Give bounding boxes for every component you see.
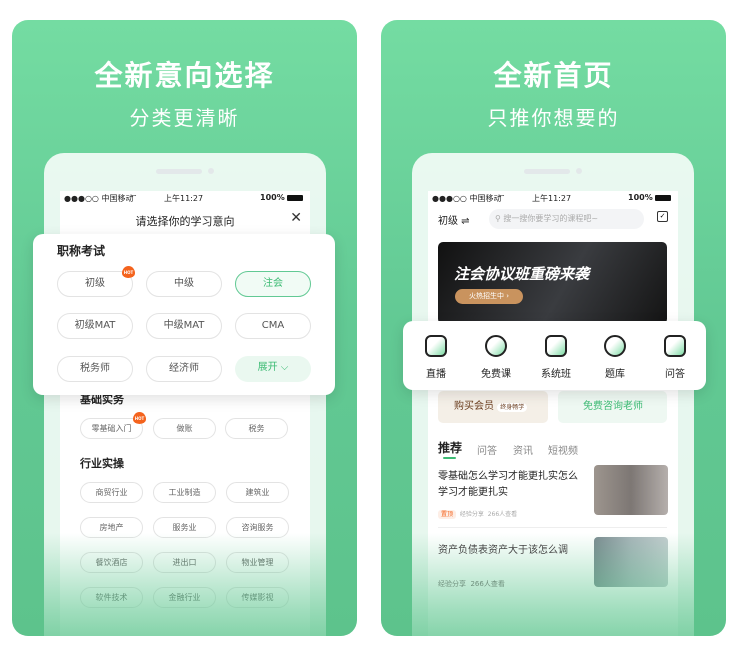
quick-label: 直播 <box>426 369 446 380</box>
quick-free-course[interactable]: 免费课 <box>465 335 527 380</box>
tab-news[interactable]: 资讯 <box>513 442 533 457</box>
camera <box>576 168 582 174</box>
chip[interactable]: 经济师 <box>146 356 222 382</box>
fade-overlay <box>44 533 326 636</box>
pinned-badge: 置顶 <box>438 510 457 519</box>
exam-category-card: 职称考试 初级 HOT 中级 注会 初级MAT 中级MAT CMA 税务师 经济… <box>33 234 335 395</box>
panel-subtitle: 分类更清晰 <box>129 106 240 130</box>
carrier: ●●●○○ 中国移动 <box>432 194 502 203</box>
article-meta: 经验分享 266人查看 <box>438 579 505 589</box>
chip-zhuhui-selected[interactable]: 注会 <box>235 271 311 297</box>
status-bar: ●●●○○ 中国移动 ⌔ 上午11:27 100% <box>428 191 678 205</box>
box-icon <box>545 335 567 357</box>
article-title: 资产负债表资产大于该怎么调 <box>438 545 568 556</box>
quick-qa[interactable]: 问答 <box>644 335 706 380</box>
wifi-icon: ⌔ <box>498 193 506 202</box>
close-icon[interactable]: ✕ <box>290 210 302 226</box>
quick-question-bank[interactable]: 题库 <box>584 335 646 380</box>
chip[interactable]: 税务 <box>225 418 288 439</box>
expand-button[interactable]: 展开 ⌵ <box>235 356 311 382</box>
wifi-icon: ⌔ <box>130 193 138 202</box>
member-label: 购买会员 <box>454 401 494 412</box>
calendar-icon[interactable]: ✓ <box>657 211 668 222</box>
battery-text: 100% <box>260 193 303 202</box>
chip[interactable]: CMA <box>235 313 311 339</box>
chip[interactable]: 做账 <box>153 418 216 439</box>
search-placeholder: 搜一搜你要学习的课程吧~ <box>503 214 599 223</box>
article-title: 零基础怎么学习才能更扎实怎么学习才能更扎实 <box>438 471 578 498</box>
article-views: 266人查看 <box>470 580 505 588</box>
banner-title: 注会协议班重磅来袭 <box>454 265 590 283</box>
chip[interactable]: 中级MAT <box>146 313 222 339</box>
time: 上午11:27 <box>532 194 572 203</box>
industry-chip[interactable]: 建筑业 <box>226 482 289 503</box>
play-icon <box>485 335 507 357</box>
panel-title: 全新首页 <box>493 59 614 92</box>
hot-badge-icon: HOT <box>122 266 135 278</box>
speaker <box>524 169 570 174</box>
article-thumbnail <box>594 465 668 515</box>
chip-zhongji[interactable]: 中级 <box>146 271 222 297</box>
active-tab-indicator <box>443 457 456 459</box>
search-icon: ⚲ <box>495 214 501 223</box>
tab-qa[interactable]: 问答 <box>477 442 497 457</box>
quick-entry-card: 直播 免费课 系统班 题库 问答 <box>403 321 706 390</box>
carrier: ●●●○○ 中国移动 <box>64 194 134 203</box>
chevron-down-icon: ⌵ <box>280 362 289 373</box>
quick-label: 题库 <box>605 369 625 380</box>
banner[interactable]: 注会协议班重磅来袭 火热招生中 › <box>438 242 667 324</box>
industry-chip[interactable]: 工业制造 <box>153 482 216 503</box>
article-category: 经验分享 <box>438 580 466 588</box>
section-title: 行业实操 <box>80 457 124 470</box>
tv-icon <box>425 335 447 357</box>
speaker <box>156 169 202 174</box>
battery-icon <box>654 194 671 201</box>
camera <box>208 168 214 174</box>
dialog-title: 请选择你的学习意向 <box>135 215 235 228</box>
section-title: 职称考试 <box>57 244 106 258</box>
quick-label: 免费课 <box>481 369 511 380</box>
member-tag: 终身畅学 <box>497 403 528 412</box>
panel-title: 全新意向选择 <box>94 59 275 92</box>
panel-intent-selection: 全新意向选择 分类更清晰 ●●●○○ 中国移动 ⌔ 上午11:27 100% 请… <box>12 20 357 636</box>
quick-system-class[interactable]: 系统班 <box>525 335 587 380</box>
quick-label: 系统班 <box>541 369 571 380</box>
panel-subtitle: 只推你想要的 <box>487 106 620 130</box>
compass-icon <box>604 335 626 357</box>
divider <box>438 527 667 528</box>
industry-chip[interactable]: 商贸行业 <box>80 482 143 503</box>
panel-homepage: 全新首页 只推你想要的 ●●●○○ 中国移动 ⌔ 上午11:27 100% 初级… <box>381 20 726 636</box>
banner-button[interactable]: 火热招生中 › <box>455 289 523 304</box>
quick-label: 问答 <box>665 369 685 380</box>
battery-icon <box>286 194 303 201</box>
free-consult-card[interactable]: 免费咨询老师 <box>558 391 667 423</box>
tab-short-video[interactable]: 短视频 <box>548 442 578 457</box>
chip[interactable]: 初级MAT <box>57 313 133 339</box>
hot-badge-icon: HOT <box>133 412 146 424</box>
level-switch[interactable]: 初级 ⇌ <box>438 212 470 227</box>
chat-icon <box>664 335 686 357</box>
phone-frame: ●●●○○ 中国移动 ⌔ 上午11:27 100% 初级 ⇌ ⚲ 搜一搜你要学习… <box>412 153 694 636</box>
chip[interactable]: 税务师 <box>57 356 133 382</box>
quick-live[interactable]: 直播 <box>405 335 467 380</box>
tab-recommend[interactable]: 推荐 <box>438 439 462 456</box>
buy-member-card[interactable]: 购买会员 终身畅学 <box>438 391 548 423</box>
battery-text: 100% <box>628 193 671 202</box>
expand-label: 展开 <box>257 362 278 373</box>
search-input[interactable]: ⚲ 搜一搜你要学习的课程吧~ <box>489 209 644 229</box>
status-bar: ●●●○○ 中国移动 ⌔ 上午11:27 100% <box>60 191 310 205</box>
time: 上午11:27 <box>164 194 204 203</box>
article-meta: 置顶 经验分享 266人查看 <box>438 509 517 519</box>
